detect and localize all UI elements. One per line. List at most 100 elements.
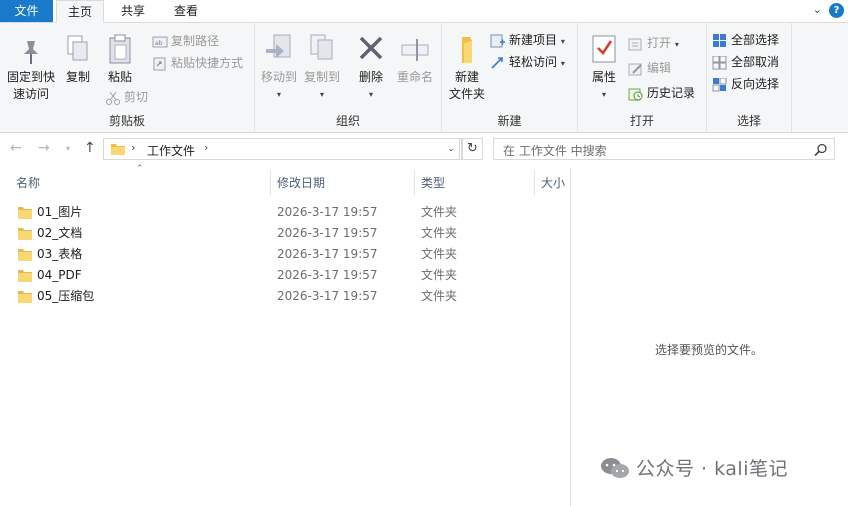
pin-label-2: 速访问	[12, 87, 49, 101]
easy-access-label: 轻松访问	[509, 55, 558, 69]
file-date: 2026-3-17 19:57	[277, 289, 378, 303]
open-group-label: 打开	[629, 114, 654, 128]
move-to-dropdown-icon: ▾	[276, 90, 281, 99]
pin-icon	[24, 41, 38, 64]
up-arrow-icon[interactable]: ↑	[84, 140, 96, 156]
properties-icon	[592, 35, 616, 63]
column-header-name[interactable]: 名称	[16, 170, 40, 196]
search-input[interactable]: 在 工作文件 中搜索	[493, 138, 835, 160]
collapse-ribbon-icon[interactable]: ⌄	[813, 3, 822, 16]
copy-path-label: 复制路径	[171, 34, 220, 48]
copy-to-label: 复制到	[303, 70, 340, 84]
select-group-label: 选择	[736, 114, 761, 128]
history-icon	[628, 88, 643, 100]
wechat-icon	[601, 458, 629, 478]
table-row[interactable]: 03_表格 2026-3-17 19:57 文件夹	[14, 244, 570, 265]
column-header-date[interactable]: 修改日期	[277, 170, 325, 196]
select-none-button[interactable]: 全部取消	[712, 52, 779, 72]
delete-x-icon	[359, 36, 383, 60]
tab-home[interactable]: 主页	[56, 0, 104, 23]
properties-button[interactable]: 属性 ▾	[586, 33, 622, 103]
breadcrumb-current[interactable]: 工作文件	[147, 142, 195, 159]
file-name: 05_压缩包	[37, 289, 95, 303]
breadcrumb-chevron-icon[interactable]: ›	[204, 141, 208, 154]
paste-button[interactable]: 粘贴	[102, 33, 138, 86]
cut-button[interactable]: 剪切	[105, 87, 148, 107]
paste-shortcut-button[interactable]: 粘贴快捷方式	[152, 53, 243, 73]
address-bar[interactable]: › 工作文件 ›	[103, 138, 460, 160]
tab-share[interactable]: 共享	[110, 0, 156, 22]
open-button[interactable]: 打开 ▾	[628, 33, 679, 53]
back-arrow-icon[interactable]: ←	[10, 140, 22, 156]
new-folder-button[interactable]: 新建 文件夹	[446, 33, 488, 103]
column-divider[interactable]	[534, 170, 535, 196]
group-select: 全部选择 全部取消 反向选择 选择	[707, 23, 792, 132]
table-row[interactable]: 04_PDF 2026-3-17 19:57 文件夹	[14, 265, 570, 286]
sort-ascending-icon: ⌃	[136, 164, 144, 174]
address-history-dropdown-icon[interactable]: ⌄	[441, 138, 462, 160]
copy-path-button[interactable]: ab 复制路径	[152, 31, 219, 51]
move-to-button[interactable]: 移动到 ▾	[259, 33, 299, 103]
preview-pane-divider[interactable]	[570, 168, 571, 506]
copy-to-icon	[310, 34, 333, 60]
forward-arrow-icon[interactable]: →	[38, 140, 50, 156]
watermark: 公众号 · kali笔记	[600, 454, 788, 481]
new-item-dropdown-icon: ▾	[560, 37, 565, 46]
file-date: 2026-3-17 19:57	[277, 247, 378, 261]
table-row[interactable]: 02_文档 2026-3-17 19:57 文件夹	[14, 223, 570, 244]
new-item-label: 新建项目	[509, 33, 558, 47]
edit-label: 编辑	[647, 61, 672, 75]
easy-access-dropdown-icon: ▾	[560, 59, 565, 68]
delete-dropdown-icon: ▾	[368, 90, 373, 99]
properties-dropdown-icon: ▾	[601, 90, 606, 99]
new-folder-label: 新建	[454, 70, 479, 84]
new-item-button[interactable]: 新建项目 ▾	[490, 30, 565, 50]
column-header-size[interactable]: 大小	[541, 170, 565, 196]
ribbon: 固定到快 速访问 复制 粘贴 ab 复制路径 粘贴快捷方式 剪切 剪贴板 移动到 …	[0, 23, 848, 133]
open-icon	[628, 38, 642, 50]
select-all-button[interactable]: 全部选择	[712, 30, 779, 50]
table-row[interactable]: 01_图片 2026-3-17 19:57 文件夹	[14, 202, 570, 223]
easy-access-button[interactable]: 轻松访问 ▾	[490, 52, 565, 72]
copy-to-button[interactable]: 复制到 ▾	[301, 33, 343, 103]
file-type: 文件夹	[421, 268, 458, 282]
search-placeholder: 在 工作文件 中搜索	[503, 144, 607, 158]
folder-icon	[18, 291, 32, 303]
refresh-icon[interactable]: ↻	[462, 138, 483, 160]
copy-path-icon: ab	[152, 36, 168, 47]
rename-button[interactable]: 重命名	[393, 33, 437, 86]
tab-file[interactable]: 文件	[0, 0, 53, 22]
paste-shortcut-label: 粘贴快捷方式	[171, 56, 244, 70]
edit-button[interactable]: 编辑	[628, 58, 671, 78]
copy-icon	[67, 35, 88, 61]
table-row[interactable]: 05_压缩包 2026-3-17 19:57 文件夹	[14, 286, 570, 307]
invert-selection-icon	[712, 77, 727, 91]
folder-icon	[18, 249, 32, 261]
invert-selection-button[interactable]: 反向选择	[712, 74, 779, 94]
open-dropdown-icon: ▾	[674, 40, 679, 49]
column-divider[interactable]	[414, 170, 415, 196]
folder-icon	[18, 270, 32, 282]
open-label: 打开	[647, 36, 672, 50]
folder-icon	[18, 228, 32, 240]
column-header-type[interactable]: 类型	[421, 170, 445, 196]
help-icon[interactable]: ?	[829, 3, 844, 18]
delete-label: 删除	[358, 70, 383, 84]
new-item-icon	[490, 34, 505, 47]
column-divider[interactable]	[270, 170, 271, 196]
recent-locations-chevron-icon[interactable]: ▾	[66, 144, 70, 153]
rename-label: 重命名	[396, 70, 433, 84]
history-button[interactable]: 历史记录	[628, 83, 695, 103]
breadcrumb-chevron-icon[interactable]: ›	[131, 141, 135, 154]
organize-group-label: 组织	[335, 114, 360, 128]
tab-view[interactable]: 查看	[162, 0, 210, 22]
delete-button[interactable]: 删除 ▾	[353, 33, 389, 103]
file-type: 文件夹	[421, 226, 458, 240]
copy-to-dropdown-icon: ▾	[319, 90, 324, 99]
select-all-label: 全部选择	[731, 33, 780, 47]
folder-icon	[18, 207, 32, 219]
pin-quick-access-button[interactable]: 固定到快 速访问	[4, 37, 58, 103]
cut-label: 剪切	[124, 90, 149, 104]
move-to-label: 移动到	[260, 70, 297, 84]
copy-button[interactable]: 复制	[62, 33, 94, 86]
